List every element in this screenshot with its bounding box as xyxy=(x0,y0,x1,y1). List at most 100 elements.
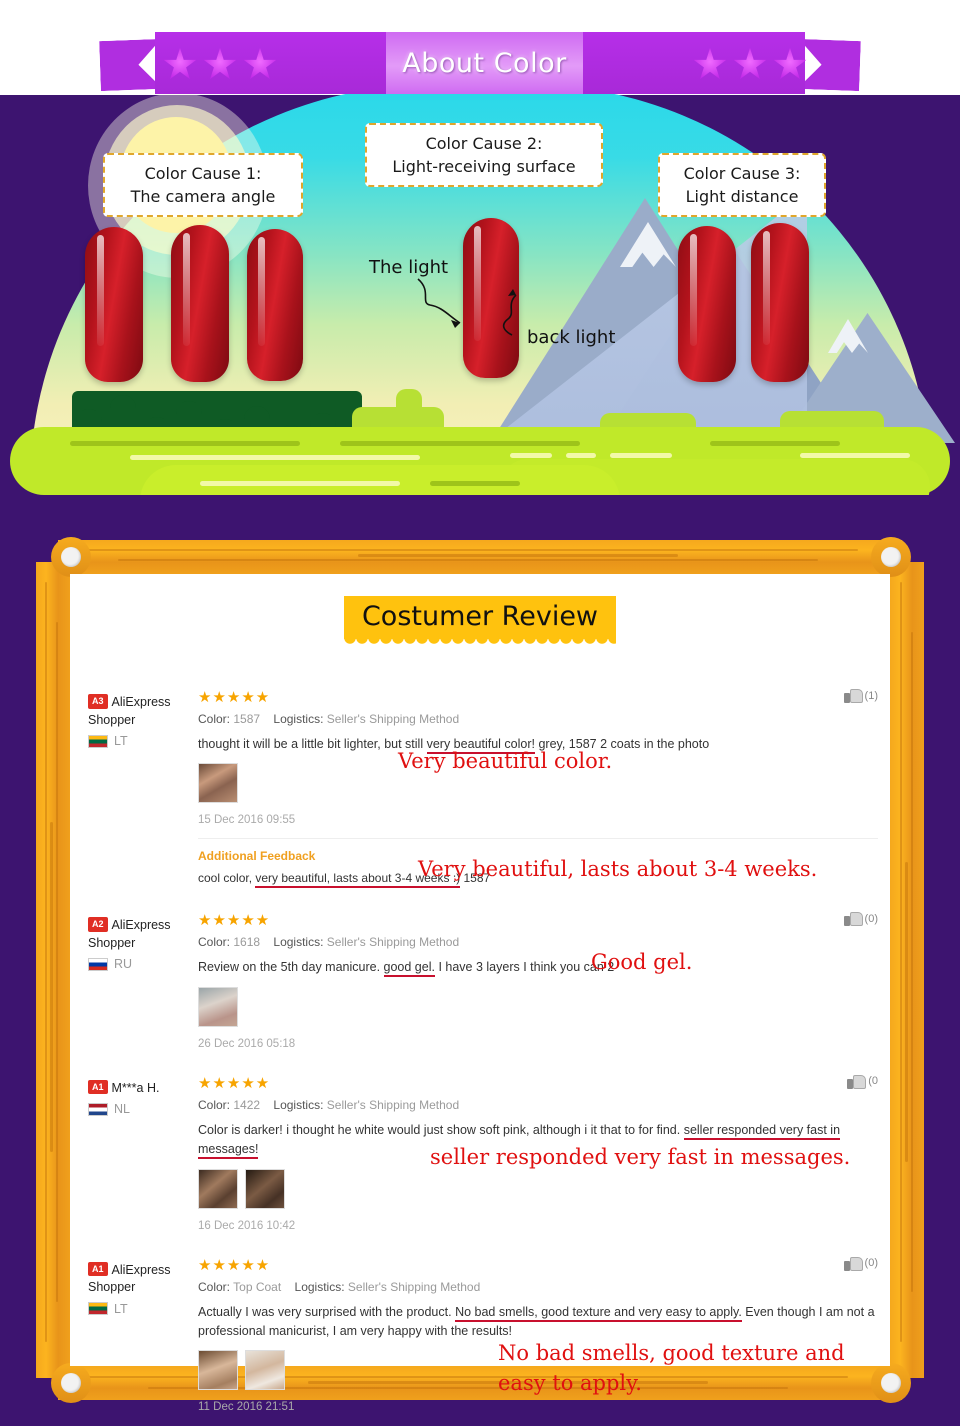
logistics-value: Seller's Shipping Method xyxy=(326,935,460,950)
nail-swatch-1 xyxy=(85,227,143,382)
review-panel: Costumer Review A3AliExpress Shopper LT xyxy=(70,574,890,1413)
annotation-review-2: Good gel. xyxy=(591,950,693,975)
reviewer-country-code: NL xyxy=(114,1102,130,1117)
review-text: Review on the 5th day manicure. good gel… xyxy=(198,958,878,978)
reviewer-country-code: LT xyxy=(114,734,128,748)
helpful-vote[interactable]: (0) xyxy=(843,1256,878,1271)
review-rating-stars: ★★★★★ xyxy=(198,689,271,706)
review-title: Costumer Review xyxy=(343,596,617,646)
review-photo[interactable] xyxy=(198,1168,238,1209)
color-value: Top Coat xyxy=(233,1279,282,1294)
reviewer-info: A1 M***a H. NL xyxy=(88,1070,198,1232)
reviewer-name-row: A2 AliExpress Shopper xyxy=(88,917,198,952)
logistics-label: Logistics: xyxy=(273,935,324,950)
reviewer-name: M***a H. xyxy=(111,1080,160,1095)
logistics-value: Seller's Shipping Method xyxy=(326,1097,460,1112)
reviewer-info: A1 AliExpress Shopper LT xyxy=(88,1252,198,1414)
review-body: (0) ★★★★★ Color: 1618 Logistics: Seller'… xyxy=(198,907,878,1050)
helpful-vote[interactable]: (1) xyxy=(843,688,878,703)
thumbs-up-icon[interactable] xyxy=(843,688,863,703)
thumbs-up-icon[interactable] xyxy=(843,911,863,927)
callout-3-line1: Color Cause 3: xyxy=(683,164,801,183)
frame-plank-left xyxy=(36,562,70,1378)
nail-swatch-5 xyxy=(678,226,736,382)
reviewer-level-badge: A1 xyxy=(88,1261,108,1277)
reviewer-name-row: A1 M***a H. xyxy=(88,1079,198,1098)
callout-1-line2: The camera angle xyxy=(130,187,276,207)
review-photo[interactable] xyxy=(198,986,238,1027)
review-text-highlight: No bad smells, good texture and very eas… xyxy=(455,1304,742,1322)
review-item: A2 AliExpress Shopper RU (0) ★★★★★ Color… xyxy=(88,907,878,1053)
review-text-before: Color is darker! i thought he white woul… xyxy=(198,1122,684,1137)
reviewer-country-code: RU xyxy=(114,957,133,972)
reviewer-name-row: A3 AliExpress Shopper xyxy=(88,694,198,729)
flag-ru-icon xyxy=(88,957,108,971)
logistics-label: Logistics: xyxy=(273,712,324,726)
flag-lt-icon xyxy=(88,734,108,748)
banner-stars-right xyxy=(693,48,807,82)
review-meta: Color: 1587 Logistics: Seller's Shipping… xyxy=(198,712,878,726)
annotation-review-1-additional: Very beautiful, lasts about 3-4 weeks. xyxy=(418,857,818,881)
frame-bolt-bottom-left xyxy=(51,1363,91,1403)
addfb-before: cool color, xyxy=(198,871,256,886)
color-value: 1618 xyxy=(233,935,261,950)
review-text-before: Review on the 5th day manicure. xyxy=(198,960,384,975)
review-date: 15 Dec 2016 09:55 xyxy=(198,814,296,827)
callout-color-cause-2: Color Cause 2: Light-receiving surface xyxy=(365,123,603,188)
review-date: 26 Dec 2016 05:18 xyxy=(198,1037,296,1050)
thumbs-up-icon[interactable] xyxy=(847,1074,867,1089)
banner-center-plate: About Color xyxy=(386,32,583,94)
review-rating-stars: ★★★★★ xyxy=(198,1074,271,1092)
frame-plank-top xyxy=(58,540,902,574)
nail-swatch-6 xyxy=(751,223,809,382)
callout-2-line2: Light-receiving surface xyxy=(392,157,576,177)
helpful-count: (1) xyxy=(864,689,878,702)
review-meta: Color: 1618 Logistics: Seller's Shipping… xyxy=(198,935,878,949)
color-label: Color: xyxy=(198,1097,231,1112)
review-wood-frame: Costumer Review A3AliExpress Shopper LT xyxy=(36,537,924,1413)
reviewer-level-badge: A3 xyxy=(88,694,108,709)
review-photo-list xyxy=(198,986,878,1027)
color-value: 1422 xyxy=(233,1097,261,1112)
review-text-highlight: good gel. xyxy=(383,960,435,978)
thumbs-up-icon[interactable] xyxy=(843,1256,863,1271)
helpful-count: (0) xyxy=(864,912,878,925)
review-meta: Color: Top Coat Logistics: Seller's Ship… xyxy=(198,1280,878,1294)
nail-swatch-2 xyxy=(171,225,229,382)
reviewer-country-row: LT xyxy=(88,1302,198,1316)
helpful-count: (0 xyxy=(868,1075,878,1088)
review-photo[interactable] xyxy=(198,763,238,804)
review-photo[interactable] xyxy=(198,1350,238,1391)
helpful-count: (0) xyxy=(864,1257,878,1269)
about-color-banner: About Color xyxy=(0,18,960,98)
page-root: About Color Color Cause 1: The camera an… xyxy=(0,0,960,1426)
star-icon xyxy=(693,48,727,79)
review-meta: Color: 1422 Logistics: Seller's Shipping… xyxy=(198,1098,878,1112)
review-text-before: thought it will be a little bit lighter,… xyxy=(198,737,427,751)
flag-lt-icon xyxy=(88,1302,108,1315)
color-illustration-scene: Color Cause 1: The camera angle Color Ca… xyxy=(0,85,960,495)
review-rating-stars: ★★★★★ xyxy=(198,912,271,930)
reviewer-country-row: NL xyxy=(88,1102,198,1116)
helpful-vote[interactable]: (0 xyxy=(847,1074,878,1089)
review-photo[interactable] xyxy=(245,1168,285,1209)
review-text-after: I have 3 layers I think you can 2 xyxy=(434,960,615,975)
logistics-label: Logistics: xyxy=(273,1097,324,1112)
annotation-review-1: Very beautiful color. xyxy=(398,749,613,773)
review-photo[interactable] xyxy=(245,1350,285,1391)
review-title-wrap: Costumer Review xyxy=(70,596,890,646)
review-text: Actually I was very surprised with the p… xyxy=(198,1303,878,1342)
callout-color-cause-3: Color Cause 3: Light distance xyxy=(658,153,826,218)
helpful-vote[interactable]: (0) xyxy=(843,911,878,927)
reviewer-country-code: LT xyxy=(114,1301,128,1316)
review-item: A3 AliExpress Shopper LT (1) ★★★★★ Color… xyxy=(88,684,878,889)
review-item: A1 M***a H. NL (0 ★★★★★ Color: 1422 Logi… xyxy=(88,1070,878,1236)
frame-bolt-top-right xyxy=(871,537,911,577)
logistics-label: Logistics: xyxy=(294,1279,345,1294)
star-icon xyxy=(243,48,277,79)
review-photo-list xyxy=(198,1168,878,1209)
star-icon xyxy=(733,48,767,79)
frame-plank-right xyxy=(890,562,924,1378)
reviewer-country-row: RU xyxy=(88,957,198,971)
light-arrows-icon xyxy=(417,278,517,336)
